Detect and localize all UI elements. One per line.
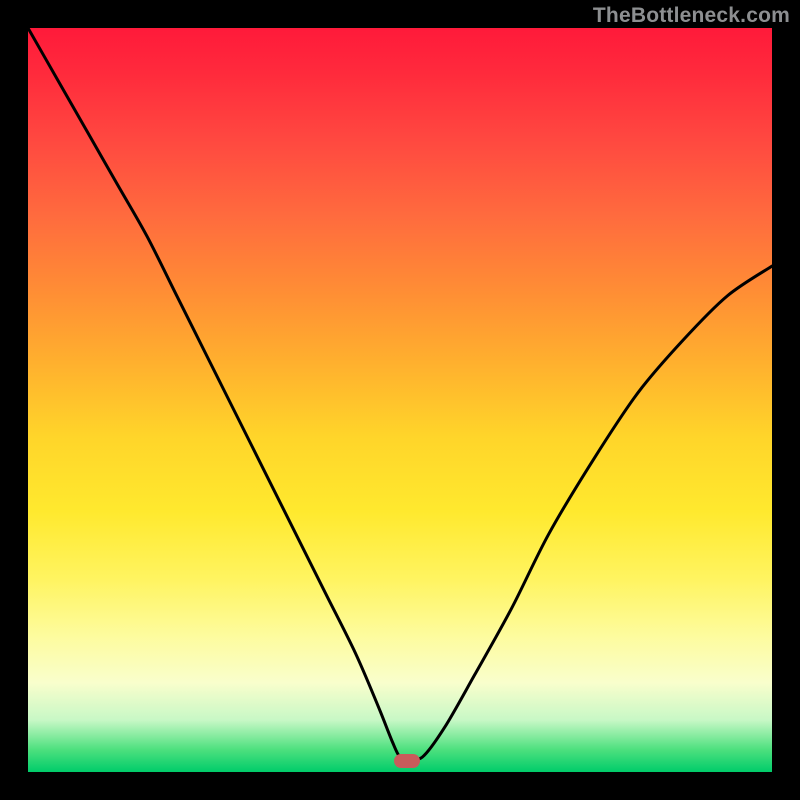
chart-frame: TheBottleneck.com [0,0,800,800]
optimal-marker [394,754,420,768]
watermark-text: TheBottleneck.com [593,4,790,28]
bottleneck-curve [28,28,772,772]
plot-area [28,28,772,772]
